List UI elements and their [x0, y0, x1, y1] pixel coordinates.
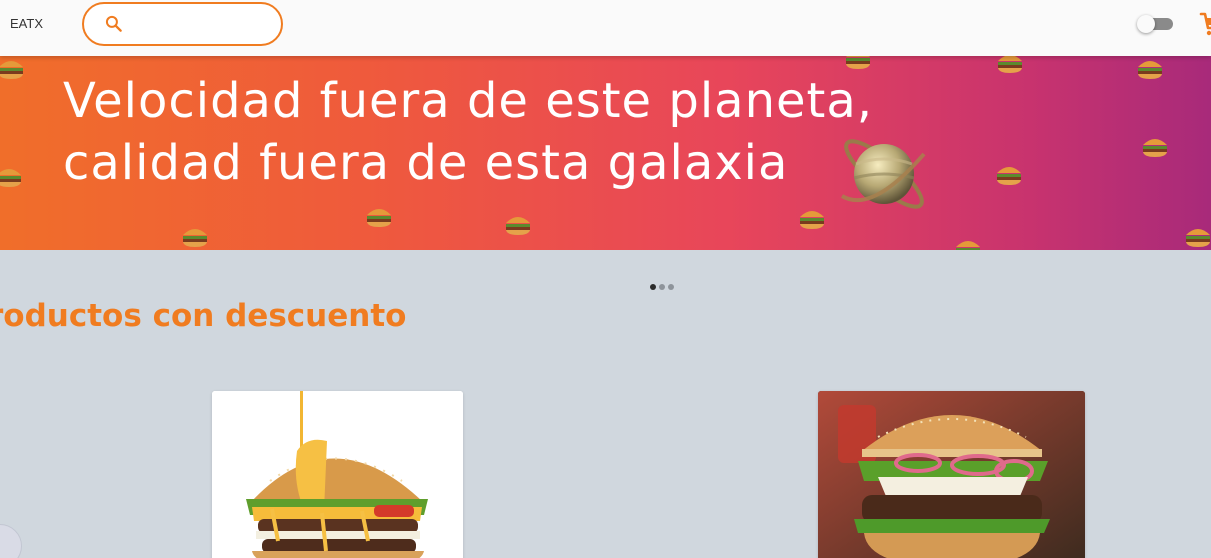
cheese-burger-image [212, 391, 463, 558]
burger-icon [0, 169, 21, 187]
theme-toggle[interactable] [1137, 15, 1173, 33]
section-title: roductos con descuento [0, 298, 407, 334]
search-icon[interactable] [104, 14, 124, 34]
product-card[interactable] [818, 391, 1085, 558]
carousel-indicators [650, 275, 677, 290]
toggle-knob [1137, 15, 1155, 33]
carousel-dot-2[interactable] [659, 284, 665, 290]
burger-icon [846, 56, 870, 69]
saturn-icon [840, 139, 926, 209]
burger-icon [998, 56, 1022, 73]
carousel-prev-button[interactable] [0, 524, 22, 558]
burger-icon [183, 229, 207, 247]
banner-line-1: Velocidad fuera de este planeta, [63, 73, 874, 129]
burger-icon [0, 61, 23, 79]
burger-icon [997, 167, 1021, 185]
burger-icon [800, 211, 824, 229]
carousel-dot-1[interactable] [650, 284, 656, 290]
burger-icon [956, 241, 980, 250]
banner-line-2: calidad fuera de esta galaxia [63, 135, 789, 191]
carousel-dot-3[interactable] [668, 284, 674, 290]
search-box[interactable] [82, 2, 283, 46]
burger-icon [367, 209, 391, 227]
banner-title: Velocidad fuera de este planeta, calidad… [63, 70, 873, 194]
burger-icon [1138, 61, 1162, 79]
burger-icon [506, 217, 530, 235]
promo-banner[interactable]: Velocidad fuera de este planeta, calidad… [0, 56, 1211, 250]
top-navbar: EATX [0, 0, 1211, 56]
onion-burger-image [818, 391, 1085, 558]
app-logo[interactable]: EATX [10, 16, 43, 31]
burger-icon [1143, 139, 1167, 157]
product-card[interactable] [212, 391, 463, 558]
cart-icon[interactable] [1199, 10, 1211, 40]
burger-icon [1186, 229, 1210, 247]
search-input[interactable] [134, 14, 274, 34]
